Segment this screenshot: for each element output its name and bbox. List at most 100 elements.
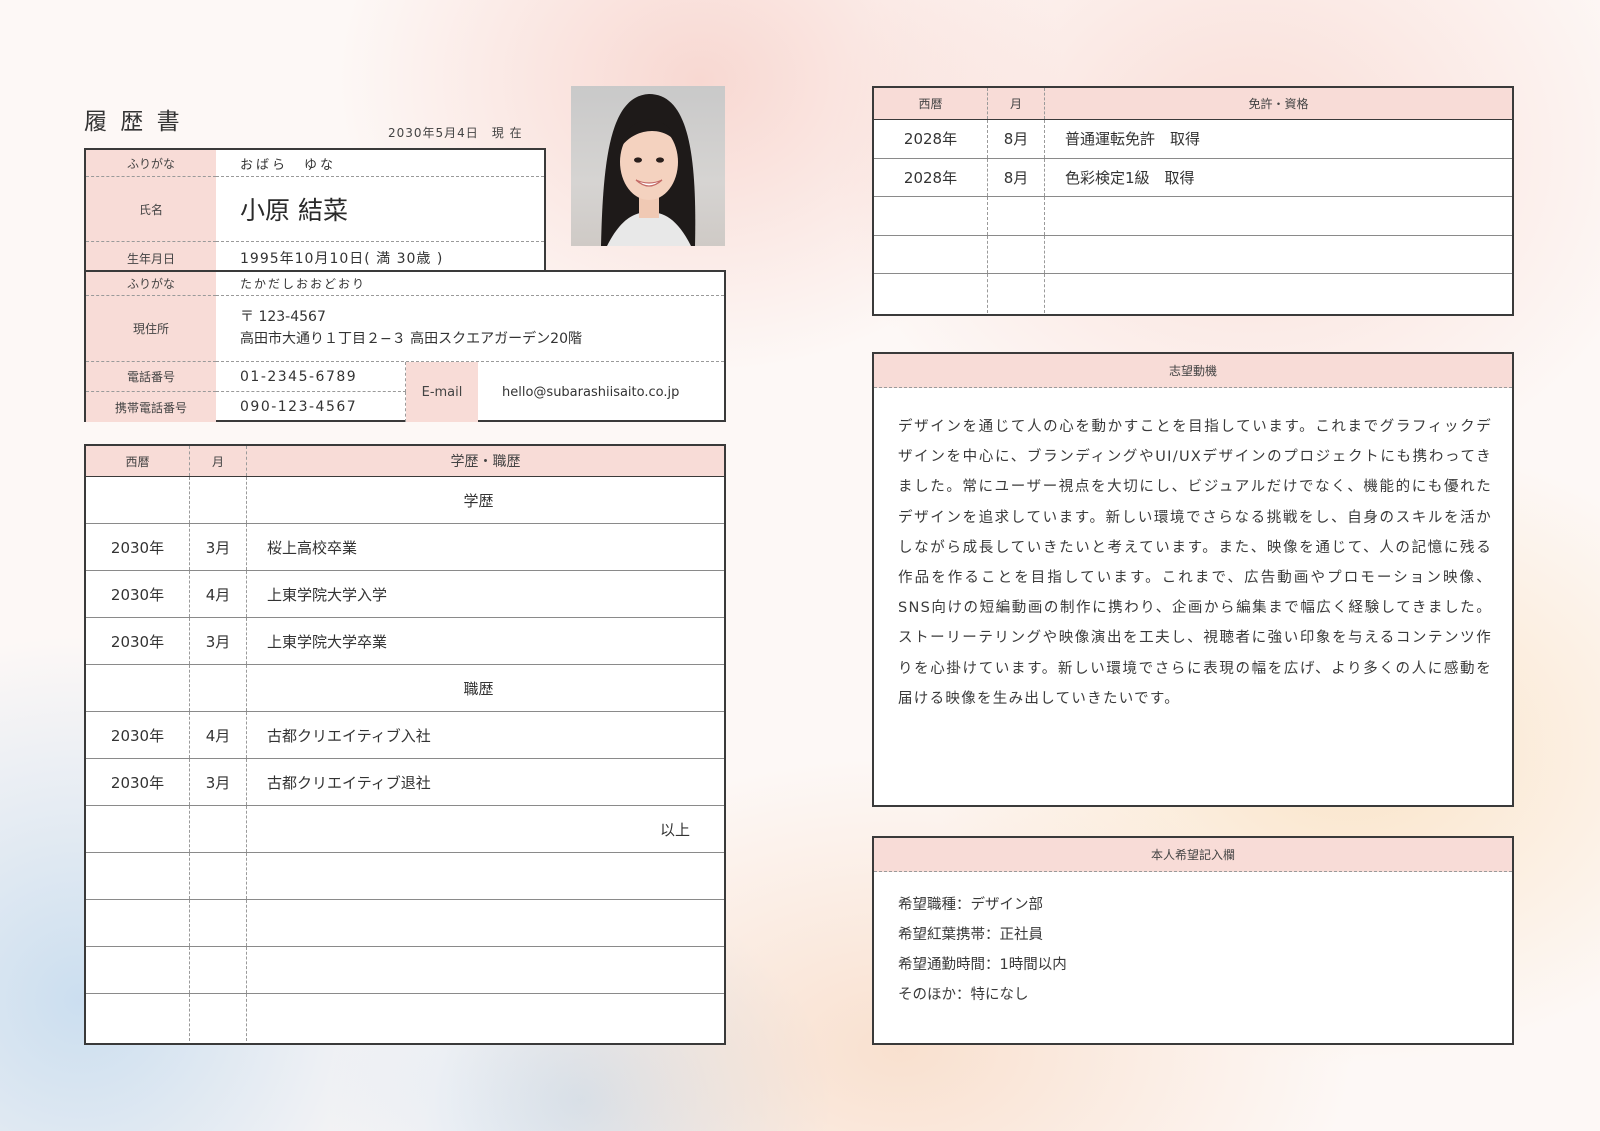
license-rows: 2028年 8月 普通運転免許 取得 2028年 8月 色彩検定1級 取得 xyxy=(874,120,1512,314)
history-month xyxy=(190,853,247,899)
license-month xyxy=(988,274,1045,313)
license-entry xyxy=(1045,197,1512,235)
address-label-cell: 現住所 xyxy=(86,296,216,362)
furigana-label: ふりがな xyxy=(126,156,175,171)
history-month xyxy=(190,947,247,993)
requests-lines: 希望職種：デザイン部 希望紅葉携帯：正社員 希望通勤時間：1時間以内 そのほか：… xyxy=(898,890,1492,1010)
history-rows: 学歴 2030年 3月 桜上高校卒業 2030年 4月 上東学院大学入学 2030年 3月 上東学… xyxy=(86,477,724,1043)
history-header-month: 月 xyxy=(211,454,224,469)
license-row: 2028年 8月 普通運転免許 取得 xyxy=(874,120,1512,159)
licenses-header-month: 月 xyxy=(1009,97,1022,111)
license-month xyxy=(988,235,1045,274)
history-row xyxy=(86,853,724,900)
license-year xyxy=(874,197,988,235)
furigana-value: おばら ゆな xyxy=(240,157,337,173)
motivation-box: 志望動機 デザインを通じて人の心を動かすことを目指しています。これまでグラフィッ… xyxy=(872,352,1514,807)
history-entry: 以上 xyxy=(659,820,690,839)
requests-title: 本人希望記入欄 xyxy=(1150,848,1235,862)
birth-value: 1995年10月10日( 満 30歳 ) xyxy=(240,251,444,267)
document-title: 履 歴 書 xyxy=(84,109,183,135)
licenses-table: 西暦 月 免許・資格 2028年 8月 普通運転免許 取得 2028年 8月 色彩検定1級… xyxy=(872,86,1514,316)
history-header: 西暦 月 学歴・職歴 xyxy=(86,446,724,477)
addr-furigana-label: ふりがな xyxy=(126,277,175,291)
history-month xyxy=(190,900,247,946)
history-year xyxy=(86,947,190,993)
birth-label: 生年月日 xyxy=(126,251,175,266)
history-year xyxy=(86,477,190,523)
motivation-header: 志望動機 xyxy=(874,354,1512,388)
license-month xyxy=(988,197,1045,235)
history-month xyxy=(190,477,247,523)
license-row: 2028年 8月 色彩検定1級 取得 xyxy=(874,158,1512,198)
history-row: 学歴 xyxy=(86,477,724,524)
name-value-cell: 小原 結菜 xyxy=(216,177,544,242)
mobile-label: 携帯電話番号 xyxy=(114,400,187,415)
profile-box-bottom: ふりがな たかだしおおどおり 現住所 〒 123-4567 高田市大通り１丁目２… xyxy=(84,270,726,422)
license-entry xyxy=(1045,274,1512,313)
name-label-cell: 氏名 xyxy=(86,177,216,242)
history-entry xyxy=(247,853,724,899)
request-line-job: 希望職種：デザイン部 xyxy=(898,897,1043,913)
email-label: E-mail xyxy=(421,384,463,400)
license-month: 8月 xyxy=(988,158,1045,197)
license-month: 8月 xyxy=(988,120,1045,158)
history-entry xyxy=(247,947,724,993)
history-entry: 上東学院大学卒業 xyxy=(267,632,388,651)
license-year: 2028年 xyxy=(874,158,988,197)
history-row: 2030年 4月 上東学院大学入学 xyxy=(86,571,724,618)
history-row: 2030年 3月 古都クリエイティブ退社 xyxy=(86,759,724,806)
request-line-other: そのほか：特になし xyxy=(898,987,1029,1003)
history-row: 職歴 xyxy=(86,665,724,712)
history-year xyxy=(86,806,190,852)
phone-value: 01-2345-6789 xyxy=(240,368,358,385)
history-year xyxy=(86,994,190,1041)
history-month: 3月 xyxy=(190,759,247,805)
history-month: 4月 xyxy=(190,571,247,617)
mobile-value: 090-123-4567 xyxy=(240,399,358,415)
license-entry: 色彩検定1級 取得 xyxy=(1065,168,1195,187)
history-row xyxy=(86,947,724,994)
request-line-commute: 希望通勤時間：1時間以内 xyxy=(898,957,1067,973)
history-entry xyxy=(247,900,724,946)
history-year: 2030年 xyxy=(86,712,190,758)
history-row xyxy=(86,900,724,947)
license-row xyxy=(874,197,1512,236)
address-value: 高田市大通り１丁目２−３ 高田スクエアガーデン20階 xyxy=(240,331,582,347)
history-month: 3月 xyxy=(190,618,247,664)
history-entry: 古都クリエイティブ入社 xyxy=(267,726,431,745)
history-year: 2030年 xyxy=(86,571,190,617)
addr-furigana-label-cell: ふりがな xyxy=(86,272,216,296)
email-value-cell: hello@subarashiisaito.co.jp xyxy=(478,362,724,422)
history-row: 2030年 3月 上東学院大学卒業 xyxy=(86,618,724,665)
postal-code: 〒 123-4567 xyxy=(240,309,326,325)
phone-label: 電話番号 xyxy=(126,370,175,384)
history-row: 2030年 3月 桜上高校卒業 xyxy=(86,524,724,571)
history-entry: 職歴 xyxy=(463,679,494,698)
history-year xyxy=(86,665,190,711)
profile-box-top: ふりがな おばら ゆな 氏名 小原 結菜 生年月日 1995年10月10日( 満… xyxy=(84,148,546,274)
license-year: 2028年 xyxy=(874,120,988,158)
date-text: 2030年5月4日 現 在 xyxy=(388,126,523,140)
licenses-header-year: 西暦 xyxy=(918,97,943,111)
person-portrait-icon xyxy=(601,94,696,246)
history-month xyxy=(190,806,247,852)
license-year xyxy=(874,235,988,274)
history-header-year: 西暦 xyxy=(125,454,150,469)
history-row xyxy=(86,994,724,1041)
history-row: 以上 xyxy=(86,806,724,853)
addr-furigana-value-cell: たかだしおおどおり xyxy=(216,272,724,296)
motivation-title: 志望動機 xyxy=(1168,364,1217,378)
history-year: 2030年 xyxy=(86,618,190,664)
history-entry: 古都クリエイティブ退社 xyxy=(267,773,431,792)
license-entry: 普通運転免許 取得 xyxy=(1065,130,1201,149)
history-month xyxy=(190,994,247,1041)
mobile-label-cell: 携帯電話番号 xyxy=(86,392,216,422)
address-label: 現住所 xyxy=(132,322,169,336)
furigana-value-cell: おばら ゆな xyxy=(216,150,544,177)
name-label: 氏名 xyxy=(138,202,163,217)
addr-furigana-value: たかだしおおどおり xyxy=(240,277,367,291)
history-year xyxy=(86,900,190,946)
address-value-cell: 〒 123-4567 高田市大通り１丁目２−３ 高田スクエアガーデン20階 xyxy=(216,296,724,362)
license-row xyxy=(874,235,1512,275)
licenses-header: 西暦 月 免許・資格 xyxy=(874,88,1512,120)
